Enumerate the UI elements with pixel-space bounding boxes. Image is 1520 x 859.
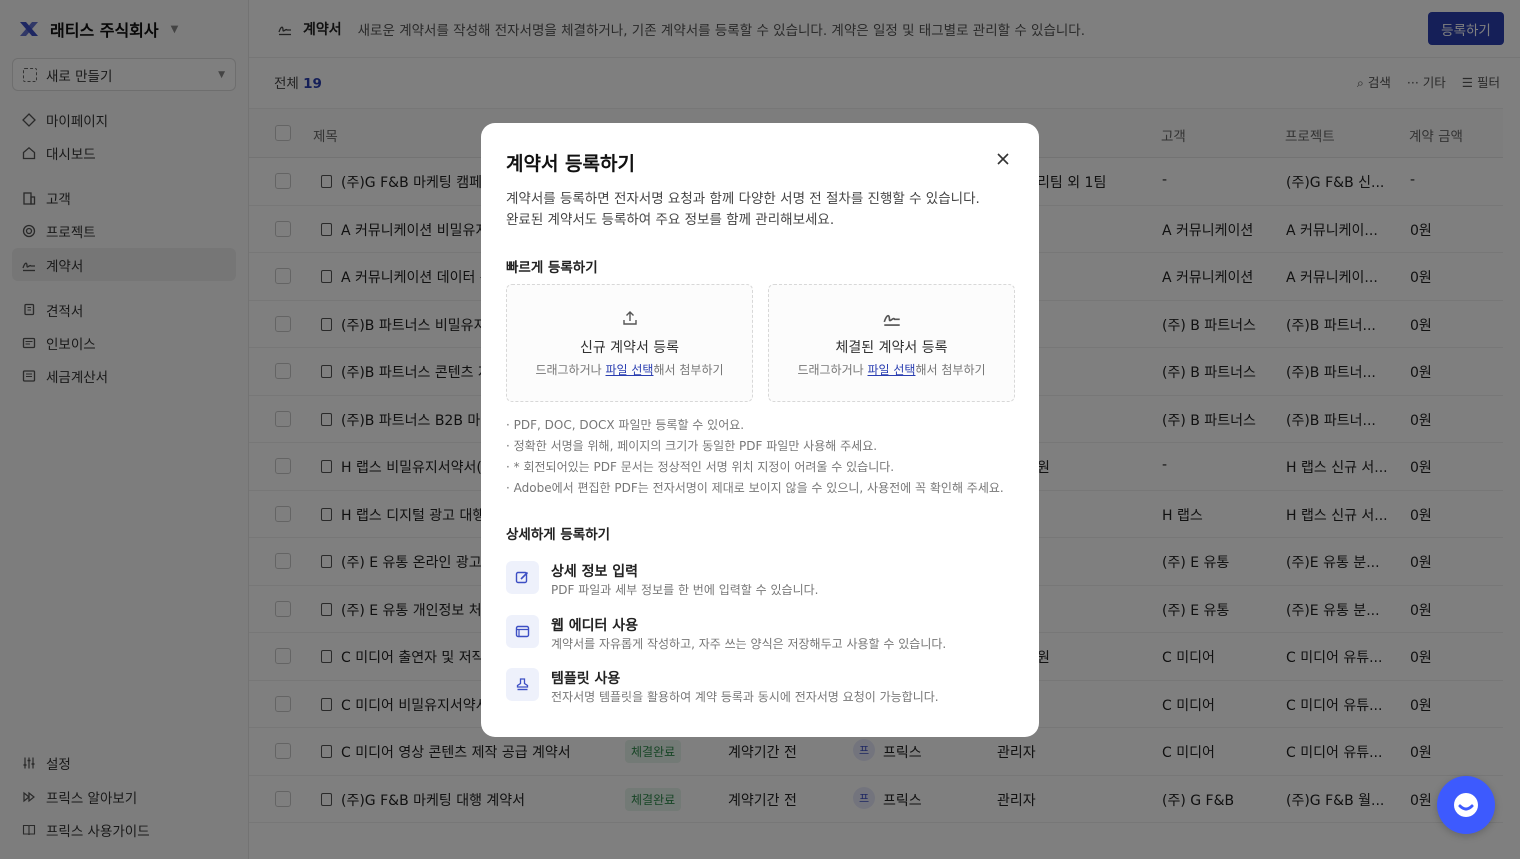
dropzone-title: 신규 계약서 등록 xyxy=(579,340,680,356)
chat-button[interactable] xyxy=(1437,776,1495,834)
dropzone-hint-pre: 드래그하거나 xyxy=(535,363,606,377)
quick-register-heading: 빠르게 등록하기 xyxy=(506,260,598,276)
dropzone-hint-post: 해서 첨부하기 xyxy=(653,363,724,377)
dropzone-hint: 드래그하거나 파일 선택해서 첨부하기 xyxy=(769,361,1014,378)
file-select-link[interactable]: 파일 선택 xyxy=(606,363,654,377)
stamp-icon xyxy=(506,668,539,701)
modal-description-line: 완료된 계약서도 등록하여 주요 정보를 함께 관리해보세요. xyxy=(506,212,835,228)
note-item: · * 회전되어있는 PDF 문서는 정상적인 서명 위치 지정이 어려울 수 … xyxy=(506,460,895,474)
modal-description: 계약서를 등록하면 전자서명 요청과 함께 다양한 서명 전 절차를 진행할 수… xyxy=(506,189,980,231)
signature-icon xyxy=(883,314,900,326)
chat-icon xyxy=(1454,793,1478,817)
option-detail-input[interactable]: 상세 정보 입력 PDF 파일과 세부 정보를 한 번에 입력할 수 있습니다. xyxy=(506,561,1016,601)
option-title: 템플릿 사용 xyxy=(551,671,621,687)
note-item: · Adobe에서 편집한 PDF는 전자서명이 제대로 보이지 않을 수 있으… xyxy=(506,481,1004,495)
modal-title: 계약서 등록하기 xyxy=(506,153,635,175)
option-title: 웹 에디터 사용 xyxy=(551,618,639,634)
signed-contract-dropzone[interactable]: 체결된 계약서 등록 드래그하거나 파일 선택해서 첨부하기 xyxy=(768,284,1015,402)
option-title: 상세 정보 입력 xyxy=(551,564,639,580)
detail-register-heading: 상세하게 등록하기 xyxy=(506,527,611,543)
option-subtitle: 전자서명 템플릿을 활용하여 계약 등록과 동시에 전자서명 요청이 가능합니다… xyxy=(551,690,939,704)
note-item: · 정확한 서명을 위해, 페이지의 크기가 동일한 PDF 파일만 사용해 주… xyxy=(506,439,878,453)
register-contract-modal: 계약서 등록하기 계약서를 등록하면 전자서명 요청과 함께 다양한 서명 전 … xyxy=(481,123,1039,737)
option-subtitle: 계약서를 자유롭게 작성하고, 자주 쓰는 양식은 저장해두고 사용할 수 있습… xyxy=(551,637,947,651)
edit-icon xyxy=(506,561,539,594)
dropzone-title: 체결된 계약서 등록 xyxy=(835,340,948,356)
modal-description-line: 계약서를 등록하면 전자서명 요청과 함께 다양한 서명 전 절차를 진행할 수… xyxy=(506,191,980,207)
upload-notes: · PDF, DOC, DOCX 파일만 등록할 수 있어요. · 정확한 서명… xyxy=(506,415,1004,499)
note-item: · PDF, DOC, DOCX 파일만 등록할 수 있어요. xyxy=(506,418,745,432)
upload-icon xyxy=(623,311,637,325)
file-select-link[interactable]: 파일 선택 xyxy=(868,363,916,377)
dropzone-hint-pre: 드래그하거나 xyxy=(797,363,868,377)
option-template[interactable]: 템플릿 사용 전자서명 템플릿을 활용하여 계약 등록과 동시에 전자서명 요청… xyxy=(506,668,1016,708)
window-icon xyxy=(506,615,539,648)
new-contract-dropzone[interactable]: 신규 계약서 등록 드래그하거나 파일 선택해서 첨부하기 xyxy=(506,284,753,402)
close-icon[interactable] xyxy=(995,151,1011,167)
option-subtitle: PDF 파일과 세부 정보를 한 번에 입력할 수 있습니다. xyxy=(551,583,819,597)
dropzone-hint-post: 해서 첨부하기 xyxy=(915,363,986,377)
option-web-editor[interactable]: 웹 에디터 사용 계약서를 자유롭게 작성하고, 자주 쓰는 양식은 저장해두고… xyxy=(506,615,1016,655)
dropzone-hint: 드래그하거나 파일 선택해서 첨부하기 xyxy=(507,361,752,378)
